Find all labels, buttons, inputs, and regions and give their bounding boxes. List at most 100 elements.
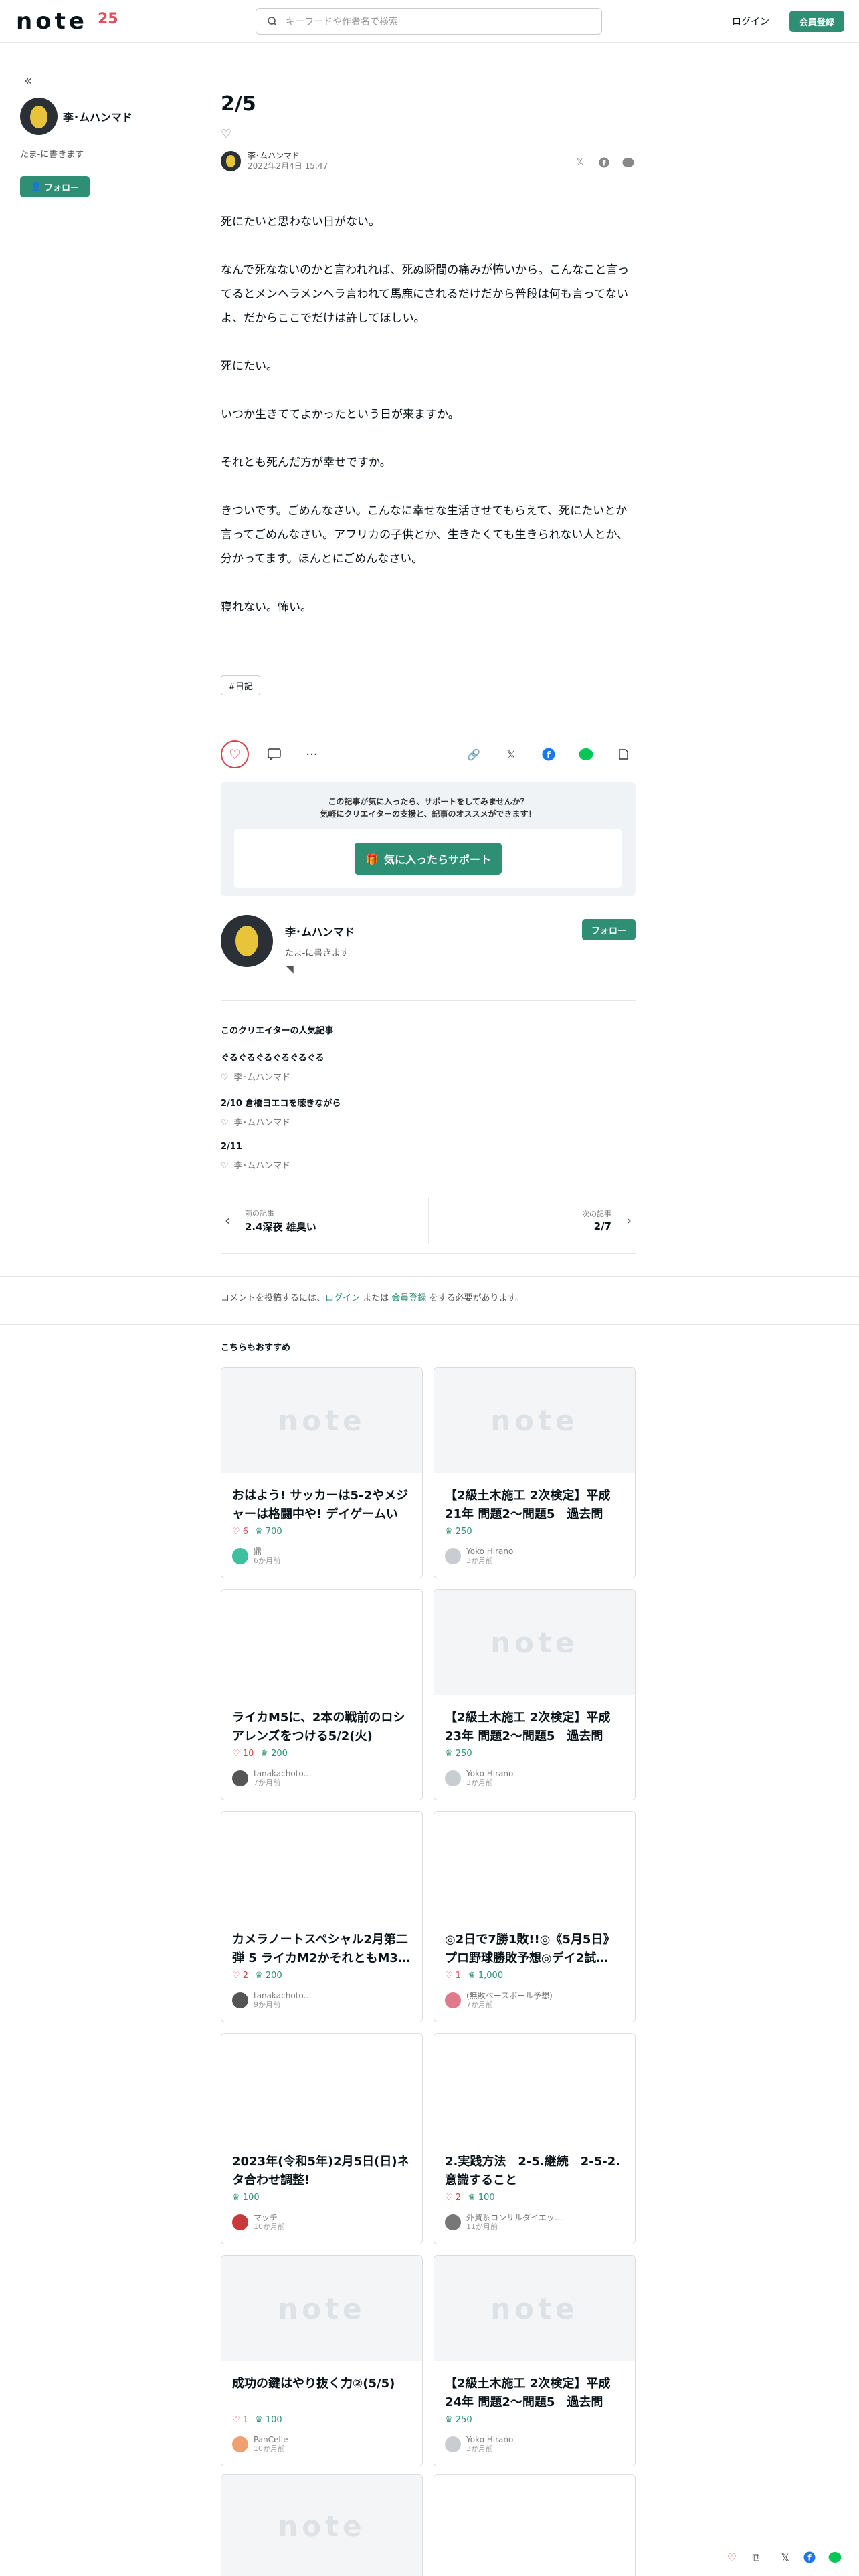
recommend-card[interactable]: 2.実践方法 2-5.継続 2-5-2.意識すること ♡ 2 ♛ 100 外資系コンサ… xyxy=(434,2033,636,2244)
divider xyxy=(0,1276,859,1277)
next-article-link[interactable]: 次の記事 2/7 › xyxy=(427,1197,636,1244)
heart-icon[interactable]: ♡ xyxy=(221,1073,229,1083)
facebook-icon[interactable]: f xyxy=(537,742,561,766)
link-icon[interactable]: 🔗 xyxy=(462,742,486,766)
creator-name[interactable]: 李･ムハンマド xyxy=(285,923,355,939)
card-time: 3か月前 xyxy=(466,2444,493,2453)
card-likes: ♡ 1 xyxy=(232,2415,249,2425)
avatar xyxy=(445,1548,461,1564)
comment-icon[interactable] xyxy=(262,742,286,766)
support-button[interactable]: 🎁 気に入ったらサポート xyxy=(355,843,502,875)
card-title: 成功の鍵はやり抜く力②(5/5) xyxy=(232,2377,395,2391)
divider xyxy=(0,1324,859,1325)
share-icons: 𝕏 f xyxy=(573,155,636,170)
more-icon[interactable]: ··· xyxy=(300,742,324,766)
recommend-card[interactable]: カメラノートスペシャル2月第二弾 5 ライカM2かそれともM3… ♡ 2 ♛ 200… xyxy=(221,1811,423,2022)
sidebar-follow-button[interactable]: 👤 フォロー xyxy=(20,176,90,197)
search-input[interactable]: キーワードや作者名で検索 xyxy=(256,8,602,35)
embed-icon[interactable] xyxy=(611,742,636,766)
card-time: 9か月前 xyxy=(254,2000,280,2009)
card-thumbnail xyxy=(434,1812,635,1917)
login-button[interactable]: ログイン xyxy=(723,11,779,32)
line-icon[interactable] xyxy=(826,2548,844,2567)
card-likes: ♡ 6 xyxy=(232,1527,249,1537)
recommend-card[interactable]: note 【2級土木施工 2次検定】平成23年 問題2～問題5 過去問PDF ♛ 2… xyxy=(434,1589,636,1800)
note-logo[interactable]: note 25 xyxy=(16,10,118,33)
author-avatar[interactable] xyxy=(221,151,241,171)
card-stats: ♛ 250 xyxy=(445,2415,472,2425)
card-stats: ♛ 250 xyxy=(445,1527,472,1537)
card-title: 【2級土木施工 2次検定】平成21年 問題2～問題5 過去問PDF xyxy=(445,1489,611,1521)
support-line1: この記事が気に入ったら、サポートをしてみませんか？ xyxy=(328,797,529,807)
card-stats: ♛ 100 xyxy=(232,2193,260,2203)
recommend-card[interactable]: 2023年(令和5年)2月5日(日)ネタ合わせ調整! ♛ 100 マッチ 10か月前 xyxy=(221,2033,423,2244)
heart-icon[interactable]: ♡ xyxy=(221,1118,229,1128)
note-watermark: note xyxy=(278,1404,366,1437)
x-icon[interactable]: 𝕏 xyxy=(776,2548,795,2567)
heart-icon[interactable]: ♡ xyxy=(221,1161,229,1171)
x-icon[interactable]: 𝕏 xyxy=(499,742,523,766)
recommend-card[interactable]: note 成功の鍵はやり抜く力②(5/5) ♡ 1 ♛ 100 PanCelle 10か月… xyxy=(221,2255,423,2466)
recommend-card[interactable]: note 【2級土木施工 2次検定】平成24年 問題2～問題5 過去問PDF ♛ 2… xyxy=(434,2255,636,2466)
recommend-card[interactable]: note xyxy=(221,2474,423,2576)
facebook-icon[interactable]: f xyxy=(597,155,611,170)
card-title: 【2級土木施工 2次検定】平成23年 問題2～問題5 過去問PDF xyxy=(445,1711,611,1743)
creator-card: 李･ムハンマド たま-に書きます ◥ フォロー xyxy=(221,915,636,975)
card-likes: ♡ 2 xyxy=(232,1971,249,1981)
card-points: ♛ 250 xyxy=(445,1527,472,1537)
hashtag[interactable]: #日記 xyxy=(221,675,260,695)
paragraph: なんで死なないのかと言われれば、死ぬ瞬間の痛みが怖いから。こんなこと言ってるとメ… xyxy=(221,263,630,325)
facebook-icon[interactable]: f xyxy=(800,2548,819,2567)
creator-follow-button[interactable]: フォロー xyxy=(582,919,636,940)
card-author-name: tanakachoto… xyxy=(254,1769,312,1778)
avatar xyxy=(445,1770,461,1786)
line-icon[interactable] xyxy=(574,742,598,766)
svg-text:f: f xyxy=(547,750,551,760)
recommend-card[interactable]: ◎2日で7勝1敗!!◎《5月5日》プロ野球勝敗予想◎デイ2試… ♡ 1 ♛ 1,00… xyxy=(434,1811,636,2022)
prev-article-link[interactable]: ‹ 前の記事 2.4深夜 雄臭い xyxy=(221,1197,428,1244)
card-stats: ♡ 6 ♛ 700 xyxy=(232,1527,282,1537)
meta-date: 2022年2月4日 15:47 xyxy=(248,161,328,171)
card-thumbnail: note xyxy=(434,1590,635,1695)
search-placeholder: キーワードや作者名で検索 xyxy=(286,17,398,27)
popular-item[interactable]: 2/11 ♡ 李･ムハンマド xyxy=(221,1142,636,1171)
avatar xyxy=(445,2214,461,2230)
popular-title: 2/10 倉橋ヨエコを聴きながら xyxy=(221,1099,341,1109)
card-stats: ♛ 250 xyxy=(445,1749,472,1759)
card-time: 10か月前 xyxy=(254,2222,285,2231)
card-author: PanCelle 10か月前 xyxy=(232,2435,288,2454)
heart-icon[interactable]: ♡ xyxy=(723,2548,741,2567)
site-header: note 25 キーワードや作者名で検索 ログイン 会員登録 xyxy=(0,0,859,43)
creator-avatar[interactable] xyxy=(221,915,273,967)
recommend-card[interactable]: ライカM5に、2本の戦前のロシアレンズをつける5/2(火) ♡ 10 ♛ 200 ta… xyxy=(221,1589,423,1800)
follow-label: フォロー xyxy=(44,183,80,193)
sidebar-profile[interactable]: 李･ムハンマド xyxy=(20,98,194,135)
like-button[interactable]: ♡ xyxy=(221,740,249,768)
heart-icon[interactable]: ♡ xyxy=(221,127,636,141)
avatar xyxy=(232,2214,248,2230)
card-stats: ♡ 2 ♛ 100 xyxy=(445,2193,495,2203)
recommend-card[interactable] xyxy=(434,2474,636,2576)
comment-register-link[interactable]: 会員登録 xyxy=(391,1293,426,1303)
paragraph: 死にたいと思わない日がない。 xyxy=(221,215,380,229)
recommend-card[interactable]: note 【2級土木施工 2次検定】平成21年 問題2～問題5 過去問PDF ♛ 2… xyxy=(434,1367,636,1578)
popular-articles: このクリエイターの人気記事 ぐるぐるぐるぐるぐるぐる ♡ 李･ムハンマド 2/10… xyxy=(221,1023,636,1184)
recommend-card[interactable]: note おはよう! サッカーは5-2やメジャーは格闘中や! デイゲームいこ… ♡ … xyxy=(221,1367,423,1578)
card-author: Yoko Hirano 3か月前 xyxy=(445,2435,513,2454)
meta-author[interactable]: 李･ムハンマド xyxy=(248,151,328,161)
rss-icon[interactable]: ◥ xyxy=(286,964,294,975)
bookmark-icon[interactable]: ⧉ xyxy=(747,2548,765,2567)
card-points: ♛ 250 xyxy=(445,2415,472,2425)
x-icon[interactable]: 𝕏 xyxy=(573,155,587,170)
register-button[interactable]: 会員登録 xyxy=(789,11,844,32)
paragraph: それとも死んだ方が幸せですか。 xyxy=(221,456,391,469)
comment-login-link[interactable]: ログイン xyxy=(325,1293,360,1303)
popular-item[interactable]: ぐるぐるぐるぐるぐるぐる ♡ 李･ムハンマド xyxy=(221,1051,636,1083)
collapse-icon[interactable]: « xyxy=(24,72,194,88)
card-author: 外資系コンサルダイエッ… 11か月前 xyxy=(445,2213,563,2232)
paragraph: いつか生きててよかったという日が来ますか。 xyxy=(221,408,460,421)
line-icon[interactable] xyxy=(621,155,636,170)
popular-item[interactable]: 2/10 倉橋ヨエコを聴きながら ♡ 李･ムハンマド xyxy=(221,1096,636,1128)
card-thumbnail: note xyxy=(434,2256,635,2361)
avatar xyxy=(232,1548,248,1564)
